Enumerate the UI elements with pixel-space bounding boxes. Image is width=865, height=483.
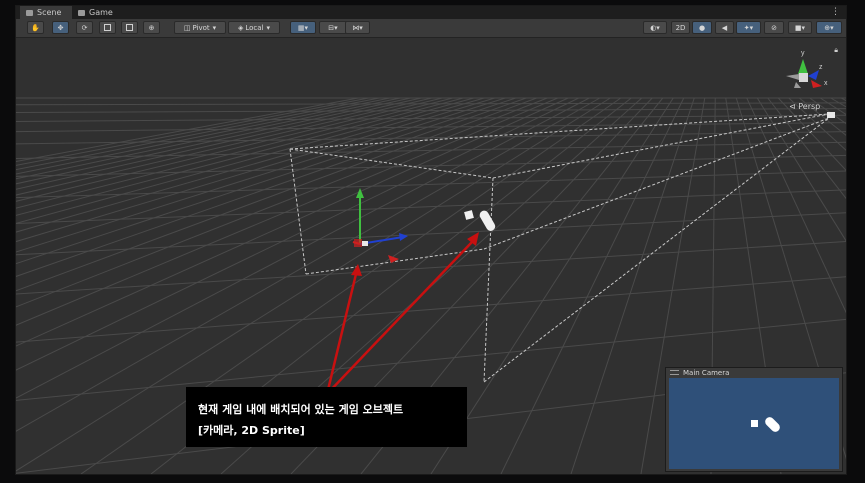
callout-line-1: 현재 게임 내에 배치되어 있는 게임 오브젝트 (198, 403, 404, 416)
projection-toggle[interactable]: ⊲ Persp (789, 102, 820, 111)
audio-toggle[interactable]: ◀ (715, 21, 734, 34)
gizmos-dropdown[interactable]: ⊕▾ (816, 21, 842, 34)
gizmo-icon: ⊕▾ (824, 23, 834, 32)
scene-camera-dropdown[interactable]: ■▾ (788, 21, 812, 34)
tab-bar: Scene Game ⋮ (16, 6, 846, 19)
camera-icon: ■▾ (794, 23, 806, 32)
mode-2d-button[interactable]: 2D (671, 21, 690, 34)
pivot-icon: ◫ (183, 23, 191, 32)
svg-text:z: z (819, 64, 823, 71)
draw-mode-dropdown[interactable]: ◐▾ (643, 21, 667, 34)
camera-preview-title: Main Camera (683, 368, 730, 377)
camera-preview-header[interactable]: Main Camera (666, 368, 842, 377)
svg-text:x: x (824, 80, 828, 87)
local-dropdown[interactable]: ◈ Local ▾ (228, 21, 280, 34)
pivot-dropdown[interactable]: ◫ Pivot ▾ (174, 21, 226, 34)
grid-line (16, 122, 846, 133)
scale-tool-button[interactable] (99, 21, 116, 34)
hand-icon: ✋ (31, 23, 40, 32)
far-camera-icon (827, 112, 835, 118)
camera-preview-window: Main Camera (665, 367, 843, 472)
projection-icon: ⊲ (789, 102, 796, 111)
grid-line (16, 212, 846, 256)
annotation-arrows (325, 232, 479, 395)
grid-line (430, 97, 674, 474)
eye-slash-icon: ⊘ (771, 23, 777, 32)
tab-game-label: Game (89, 8, 113, 17)
chevron-down-icon: ▾ (266, 23, 271, 32)
more-options-icon[interactable]: ⋮ (831, 6, 840, 19)
hidden-objects-toggle[interactable]: ⊘ (764, 21, 784, 34)
grid-line (16, 170, 846, 199)
speaker-icon: ◀ (721, 23, 728, 32)
scene-icon (26, 9, 33, 16)
shading-icon: ◐▾ (650, 23, 660, 32)
game-icon (78, 9, 85, 16)
callout-line-2: [카메라, 2D Sprite] (198, 424, 305, 437)
tab-scene-label: Scene (37, 8, 62, 17)
mode-2d-label: 2D (675, 23, 686, 32)
lightbulb-icon: ● (698, 23, 706, 32)
hand-tool-button[interactable]: ✋ (27, 21, 44, 34)
scale-icon (104, 24, 111, 31)
grid-icon: ▦▾ (297, 23, 309, 32)
incremental-snap-button[interactable]: ⋈▾ (345, 21, 370, 34)
preview-capsule-sprite (765, 417, 780, 432)
orientation-gizmo: y z x (786, 50, 828, 88)
snap-icon: ⊟▾ (328, 23, 338, 32)
rotate-icon: ⟳ (81, 23, 88, 32)
pivot-label: Pivot (192, 23, 210, 32)
grid-line (16, 131, 846, 145)
grid-snap-button[interactable]: ▦▾ (290, 21, 316, 34)
svg-text:y: y (801, 50, 805, 57)
transform-icon: ⊕ (148, 23, 155, 32)
effects-dropdown[interactable]: ✦▾ (736, 21, 761, 34)
rect-tool-button[interactable] (121, 21, 138, 34)
sprite-objects (464, 210, 496, 231)
tab-scene[interactable]: Scene (20, 6, 72, 19)
camera-preview-canvas (751, 417, 780, 432)
rotate-tool-button[interactable]: ⟳ (76, 21, 93, 34)
preview-square-sprite (751, 420, 758, 427)
camera-preview-view (669, 378, 839, 469)
projection-label: Persp (798, 102, 821, 111)
move-tool-button[interactable]: ✥ (52, 21, 69, 34)
annotation-callout: 현재 게임 내에 배치되어 있는 게임 오브젝트 [카메라, 2D Sprite… (186, 387, 467, 447)
move-icon: ✥ (57, 23, 64, 32)
transform-tool-button[interactable]: ⊕ (143, 21, 160, 34)
rect-icon (126, 24, 133, 31)
snap-step-icon: ⋈▾ (352, 23, 363, 32)
drag-handle-icon[interactable] (670, 370, 679, 375)
lock-icon[interactable]: 🔒︎ (834, 46, 838, 55)
grid-line (500, 97, 685, 474)
lighting-toggle[interactable]: ● (692, 21, 712, 34)
chevron-down-icon: ▾ (212, 23, 217, 32)
snap-increment-button[interactable]: ⊟▾ (319, 21, 347, 34)
scene-toolbar: ✋ ✥ ⟳ ⊕ ◫ Pivot ▾ ◈ Local ▾ ▦▾ ⊟▾ ⋈▾ ◐▾ … (16, 19, 846, 38)
tab-game[interactable]: Game (72, 6, 124, 19)
effects-icon: ✦▾ (743, 23, 754, 32)
local-icon: ◈ (237, 23, 244, 32)
local-label: Local (245, 23, 264, 32)
